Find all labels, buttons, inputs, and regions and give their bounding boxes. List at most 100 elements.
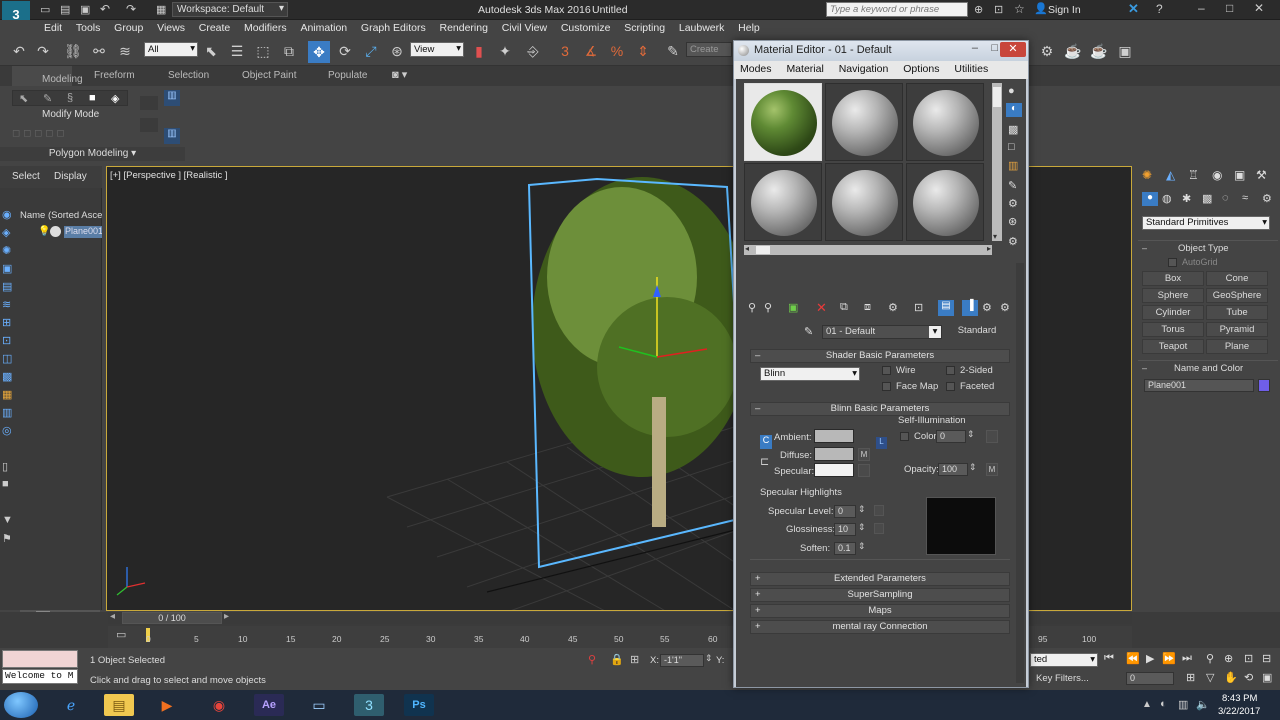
material-navigator-icon[interactable]: ⚙ xyxy=(1008,235,1018,248)
scroll-thumb[interactable] xyxy=(756,246,770,254)
autogrid-checkbox[interactable] xyxy=(1168,258,1177,267)
opacity-spinner-icon[interactable]: ⇕ xyxy=(969,462,977,473)
unlink-icon[interactable]: ⚯ xyxy=(90,42,108,60)
systems-category-icon[interactable]: ⚙ xyxy=(1262,192,1272,205)
media-player-icon[interactable]: ▶ xyxy=(152,694,182,716)
photoshop-icon[interactable]: Ps xyxy=(404,694,434,716)
after-effects-icon[interactable]: Ae xyxy=(254,694,284,716)
maximize-icon[interactable]: □ xyxy=(1226,1,1233,15)
lock-icon[interactable]: 🔒 xyxy=(610,653,624,666)
app-window-icon[interactable]: ▭ xyxy=(304,694,334,716)
prev-frame-icon[interactable]: ⏪ xyxy=(1126,652,1140,665)
tray-expand-icon[interactable]: ▲ xyxy=(1142,699,1152,710)
ribbon-side-icon-1[interactable] xyxy=(140,96,158,110)
binoculars-icon[interactable]: ⊕ xyxy=(974,3,983,16)
workspace-dropdown[interactable]: Workspace: Default ▾ xyxy=(172,2,288,17)
shader-dropdown[interactable]: Blinn ▾ xyxy=(760,367,860,381)
time-slider-left-icon[interactable]: ◂ xyxy=(110,611,115,622)
link-icon[interactable]: ⛓ xyxy=(64,42,82,60)
menu-tools[interactable]: Tools xyxy=(76,20,112,34)
explorer-item-label[interactable]: Plane001 xyxy=(64,226,102,238)
blinn-rollout-header[interactable]: – Blinn Basic Parameters xyxy=(750,402,1010,416)
menu-views[interactable]: Views xyxy=(157,20,196,34)
me-menu-material[interactable]: Material xyxy=(780,61,829,75)
sample-slot-2[interactable] xyxy=(825,83,903,161)
tab-display[interactable]: Display xyxy=(54,171,87,182)
redo-icon[interactable]: ↷ xyxy=(34,42,52,60)
rollout-toggle-icon[interactable]: – xyxy=(1142,363,1147,373)
glossiness-spinner-icon[interactable]: ⇕ xyxy=(858,522,866,533)
explorer-icon[interactable]: ▤ xyxy=(104,694,134,716)
ribbon-options-icon[interactable]: ◙ ▾ xyxy=(392,68,407,81)
show-end-result-icon[interactable]: ▐ xyxy=(962,300,978,316)
next-frame-icon[interactable]: ⏩ xyxy=(1162,652,1176,665)
ambient-color-swatch[interactable] xyxy=(814,429,854,443)
modify-mode-label[interactable]: Modify Mode xyxy=(42,109,99,120)
me-minimize-icon[interactable]: – xyxy=(972,42,978,54)
me-menu-modes[interactable]: Modes xyxy=(734,61,778,75)
ie-icon[interactable]: ℯ xyxy=(56,694,86,716)
volume-icon[interactable]: 🔈 xyxy=(1196,698,1210,711)
render-setup-icon[interactable]: ⚙ xyxy=(1038,42,1056,60)
me-maximize-icon[interactable]: □ xyxy=(991,42,998,54)
specular-level-spinner-icon[interactable]: ⇕ xyxy=(858,504,866,515)
loop-tool-icon[interactable]: § xyxy=(67,92,73,104)
wire-checkbox[interactable] xyxy=(882,366,891,375)
hierarchy-tab-icon[interactable]: ♖ xyxy=(1188,168,1199,182)
network-icon[interactable]: ▥ xyxy=(1178,698,1188,711)
transform-mode-icon[interactable]: ⊞ xyxy=(630,653,639,666)
filter-shapes-icon[interactable]: ◈ xyxy=(2,226,10,239)
clock-date[interactable]: 3/22/2017 xyxy=(1218,706,1260,717)
filter-frozen-icon[interactable]: ▦ xyxy=(2,388,12,401)
pyramid-button[interactable]: Pyramid xyxy=(1206,322,1268,337)
clock-time[interactable]: 8:43 PM xyxy=(1222,693,1257,704)
maximize-viewport-icon[interactable]: ▣ xyxy=(1262,671,1272,684)
move-icon[interactable]: ✥ xyxy=(308,41,330,63)
menu-create[interactable]: Create xyxy=(199,20,242,34)
background-icon[interactable]: ▩ xyxy=(1008,123,1018,136)
modify-tab-icon[interactable]: ◭ xyxy=(1166,168,1175,182)
lock-ambient-diffuse-icon[interactable]: C xyxy=(760,435,772,449)
sphere-button[interactable]: Sphere xyxy=(1142,288,1204,303)
placement-icon[interactable]: ⊛ xyxy=(388,42,406,60)
zoom-icon[interactable]: ⚲ xyxy=(1206,652,1214,665)
filter-none-icon[interactable]: ▯ xyxy=(2,460,8,473)
explorer-row[interactable]: 💡 Plane001 xyxy=(36,226,102,239)
menu-modifiers[interactable]: Modifiers xyxy=(244,20,298,34)
backlight-icon[interactable]: ◐ xyxy=(1006,103,1022,117)
quick-open-icon[interactable]: ▤ xyxy=(60,3,70,16)
ref-coord-dropdown[interactable]: View ▾ xyxy=(410,42,464,57)
object-type-title[interactable]: Object Type xyxy=(1178,243,1229,254)
lock-diffuse-specular-icon[interactable]: ⊏ xyxy=(760,455,769,468)
slots-hscrollbar[interactable]: ◂ ▸ xyxy=(744,244,992,255)
time-config-icon[interactable]: ⊞ xyxy=(1186,671,1195,684)
diffuse-color-swatch[interactable] xyxy=(814,447,854,461)
ribbon-side-icon-4[interactable]: ▥ xyxy=(164,128,180,144)
self-illum-map-button[interactable] xyxy=(986,430,998,443)
filter-geometry-icon[interactable]: ◉ xyxy=(2,208,12,221)
bind-spacewarp-icon[interactable]: ≋ xyxy=(116,42,134,60)
minimize-icon[interactable]: – xyxy=(1198,1,1205,15)
me-menu-utilities[interactable]: Utilities xyxy=(948,61,994,75)
tab-populate[interactable]: Populate xyxy=(328,70,367,81)
render-iterative-icon[interactable]: ▣ xyxy=(1116,42,1134,60)
fov-icon[interactable]: ▽ xyxy=(1206,671,1214,684)
cone-button[interactable]: Cone xyxy=(1206,271,1268,286)
3dsmax-taskbar-icon[interactable]: 3 xyxy=(354,694,384,716)
scroll-left-icon[interactable]: ◂ xyxy=(745,244,749,253)
menu-graph-editors[interactable]: Graph Editors xyxy=(361,20,437,34)
search-input[interactable]: Type a keyword or phrase xyxy=(826,2,968,17)
ambient-map-lock-icon[interactable]: L xyxy=(876,437,887,449)
pivot-center-icon[interactable]: ▮ xyxy=(470,42,488,60)
soften-field[interactable]: 0.1 xyxy=(834,542,856,555)
make-copy-icon[interactable]: ⧉ xyxy=(840,301,848,314)
zoom-extents-icon[interactable]: ⊡ xyxy=(1244,652,1253,665)
me-menu-navigation[interactable]: Navigation xyxy=(833,61,895,75)
filter-xrefs-icon[interactable]: ⊡ xyxy=(2,334,11,347)
rotate-icon[interactable]: ⟳ xyxy=(336,42,354,60)
zoom-all-icon[interactable]: ⊕ xyxy=(1224,652,1233,665)
filter-cameras-icon[interactable]: ▣ xyxy=(2,262,12,275)
shapes-category-icon[interactable]: ◍ xyxy=(1162,192,1172,205)
filter-spacewarps-icon[interactable]: ≋ xyxy=(2,298,11,311)
supersampling-rollout[interactable]: + SuperSampling xyxy=(750,588,1010,602)
